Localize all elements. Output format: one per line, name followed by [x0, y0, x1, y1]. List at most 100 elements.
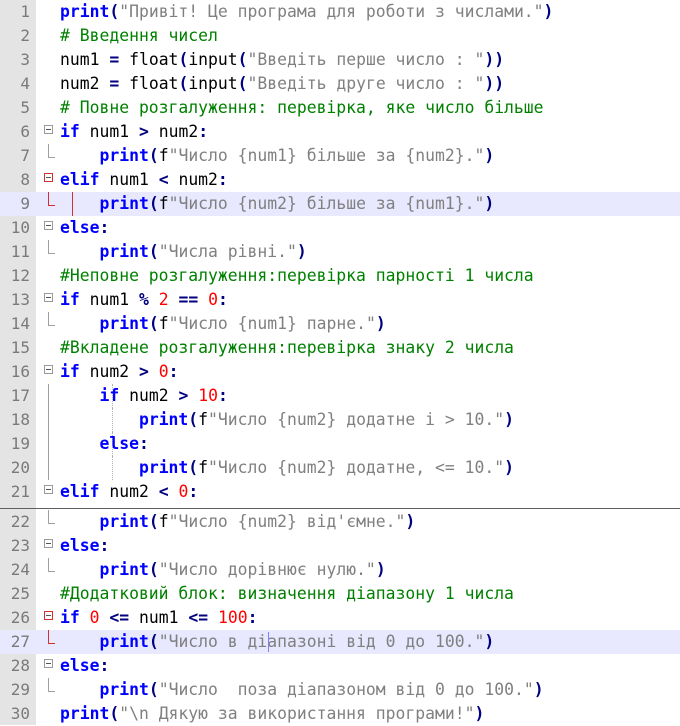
code-token: %: [138, 290, 149, 309]
code-token: "Число {num2} більше за {num1}.": [168, 194, 485, 213]
code-text[interactable]: else:: [60, 654, 109, 678]
code-token: "Число дорівнює нулю.": [158, 560, 376, 579]
code-text[interactable]: print("Числа рівні."): [60, 240, 306, 264]
code-text[interactable]: else:: [60, 432, 148, 456]
code-text[interactable]: print("\n Дякую за використання програми…: [60, 702, 484, 726]
code-text[interactable]: if num1 > num2:: [60, 120, 208, 144]
code-text[interactable]: print("Число дорівнює нулю."): [60, 558, 385, 582]
code-line[interactable]: 12 #Неповне розгалуження:перевірка парнос…: [0, 264, 680, 288]
code-line[interactable]: 10 else:: [0, 216, 680, 240]
code-text[interactable]: # Повне розгалуження: перевірка, яке чис…: [60, 96, 544, 120]
code-token: :: [217, 170, 228, 189]
fold-toggle-icon[interactable]: [44, 293, 53, 302]
code-text[interactable]: print(f"Число {num1} парне."): [60, 312, 385, 336]
code-line[interactable]: 25 #Додатковий блок: визначення діапазону…: [0, 582, 680, 606]
code-editor[interactable]: 1 print("Привіт! Це програма для роботи з…: [0, 0, 680, 725]
fold-toggle-icon[interactable]: [44, 485, 53, 494]
code-text[interactable]: print("Привіт! Це програма для роботи з …: [60, 0, 553, 24]
fold-toggle-icon[interactable]: [44, 173, 53, 182]
code-line[interactable]: 26 if 0 <= num1 <= 100:: [0, 606, 680, 630]
code-line[interactable]: 13 if num1 % 2 == 0:: [0, 288, 680, 312]
code-line[interactable]: 4 num2 = float(input("Введіть друге число…: [0, 72, 680, 96]
code-line[interactable]: 5 # Повне розгалуження: перевірка, яке чи…: [0, 96, 680, 120]
fold-toggle-icon[interactable]: [44, 659, 53, 668]
code-text[interactable]: #Додатковий блок: визначення діапазону 1…: [60, 582, 514, 606]
code-text[interactable]: print(f"Число {num1} більше за {num2}."): [60, 144, 494, 168]
code-token: if: [60, 122, 80, 141]
code-line[interactable]: 14 print(f"Число {num1} парне."): [0, 312, 680, 336]
code-line[interactable]: 29 print("Число поза діапазоном від 0 до…: [0, 678, 680, 702]
code-text[interactable]: elif num1 < num2:: [60, 168, 228, 192]
code-text[interactable]: #Неповне розгалуження:перевірка парності…: [60, 264, 534, 288]
code-line[interactable]: 19 else:: [0, 432, 680, 456]
code-text[interactable]: num2 = float(input("Введіть друге число …: [60, 72, 504, 96]
code-line[interactable]: 21 elif num2 < 0:: [0, 480, 680, 504]
code-token: =: [109, 74, 120, 93]
code-text[interactable]: elif num2 < 0:: [60, 480, 198, 504]
code-text[interactable]: print(f"Число {num2} більше за {num1}."): [60, 192, 494, 216]
code-token: num2: [168, 170, 218, 189]
code-token: "Число {num2} додатне і > 10.": [208, 410, 505, 429]
code-text[interactable]: print(f"Число {num2} додатне і > 10."): [60, 408, 514, 432]
code-text[interactable]: print("Число в діапазоні від 0 до 100."): [60, 630, 494, 654]
fold-toggle-icon[interactable]: [44, 365, 53, 374]
code-text[interactable]: #Вкладене розгалуження:перевірка знаку 2…: [60, 336, 514, 360]
code-line[interactable]: 2 # Введення чисел: [0, 24, 680, 48]
code-line[interactable]: 16 if num2 > 0:: [0, 360, 680, 384]
code-line[interactable]: 7 print(f"Число {num1} більше за {num2}.…: [0, 144, 680, 168]
code-token: num2: [99, 482, 159, 501]
code-line[interactable]: 22 print(f"Число {num2} від'ємне."): [0, 510, 680, 534]
code-line[interactable]: 24 print("Число дорівнює нулю."): [0, 558, 680, 582]
code-text[interactable]: if num2 > 10:: [60, 384, 227, 408]
code-text[interactable]: num1 = float(input("Введіть перше число …: [60, 48, 504, 72]
code-token: 0: [89, 608, 100, 627]
code-line[interactable]: 27 print("Число в діапазоні від 0 до 100…: [0, 630, 680, 654]
code-token: (: [109, 704, 120, 723]
line-number: 5: [20, 98, 30, 117]
code-token: ): [504, 410, 514, 429]
fold-toggle-icon[interactable]: [44, 125, 53, 134]
code-line[interactable]: 20 print(f"Число {num2} додатне, <= 10."…: [0, 456, 680, 480]
fold-toggle-icon[interactable]: [44, 539, 53, 548]
code-token: <=: [188, 608, 209, 627]
code-line[interactable]: 3 num1 = float(input("Введіть перше число…: [0, 48, 680, 72]
code-text[interactable]: if 0 <= num1 <= 100:: [60, 606, 257, 630]
fold-toggle-icon[interactable]: [44, 221, 53, 230]
code-token: =: [109, 50, 120, 69]
code-line[interactable]: 9 print(f"Число {num2} більше за {num1}.…: [0, 192, 680, 216]
code-text[interactable]: else:: [60, 216, 109, 240]
fold-toggle-icon[interactable]: [44, 611, 53, 620]
code-text[interactable]: # Введення чисел: [60, 24, 218, 48]
code-token: f: [158, 314, 169, 333]
fold-end-marker: [48, 630, 55, 644]
code-line[interactable]: 17 if num2 > 10:: [0, 384, 680, 408]
line-number: 9: [20, 194, 30, 213]
code-line[interactable]: 30 print("\n Дякую за використання програ…: [0, 702, 680, 726]
code-line[interactable]: 6 if num1 > num2:: [0, 120, 680, 144]
code-text[interactable]: print("Число поза діапазоном від 0 до 10…: [60, 678, 543, 702]
code-token: "Введіть перше число : ": [247, 50, 485, 69]
code-token: (: [148, 146, 159, 165]
code-line[interactable]: 15 #Вкладене розгалуження:перевірка знаку…: [0, 336, 680, 360]
code-text[interactable]: print(f"Число {num2} від'ємне."): [60, 510, 415, 534]
code-text[interactable]: if num2 > 0:: [60, 360, 178, 384]
line-number: 18: [10, 410, 30, 429]
code-line[interactable]: 11 print("Числа рівні."): [0, 240, 680, 264]
code-line[interactable]: 1 print("Привіт! Це програма для роботи з…: [0, 0, 680, 24]
code-token: f: [198, 458, 209, 477]
code-token: ): [484, 194, 495, 213]
code-line[interactable]: 23 else:: [0, 534, 680, 558]
split-view-divider[interactable]: [0, 508, 680, 509]
code-line[interactable]: 28 else:: [0, 654, 680, 678]
code-line[interactable]: 8 elif num1 < num2:: [0, 168, 680, 192]
code-line[interactable]: 18 print(f"Число {num2} додатне і > 10."…: [0, 408, 680, 432]
code-text[interactable]: print(f"Число {num2} додатне, <= 10."): [60, 456, 514, 480]
code-text[interactable]: else:: [60, 534, 109, 558]
code-token: (: [148, 560, 159, 579]
code-text[interactable]: if num1 % 2 == 0:: [60, 288, 228, 312]
